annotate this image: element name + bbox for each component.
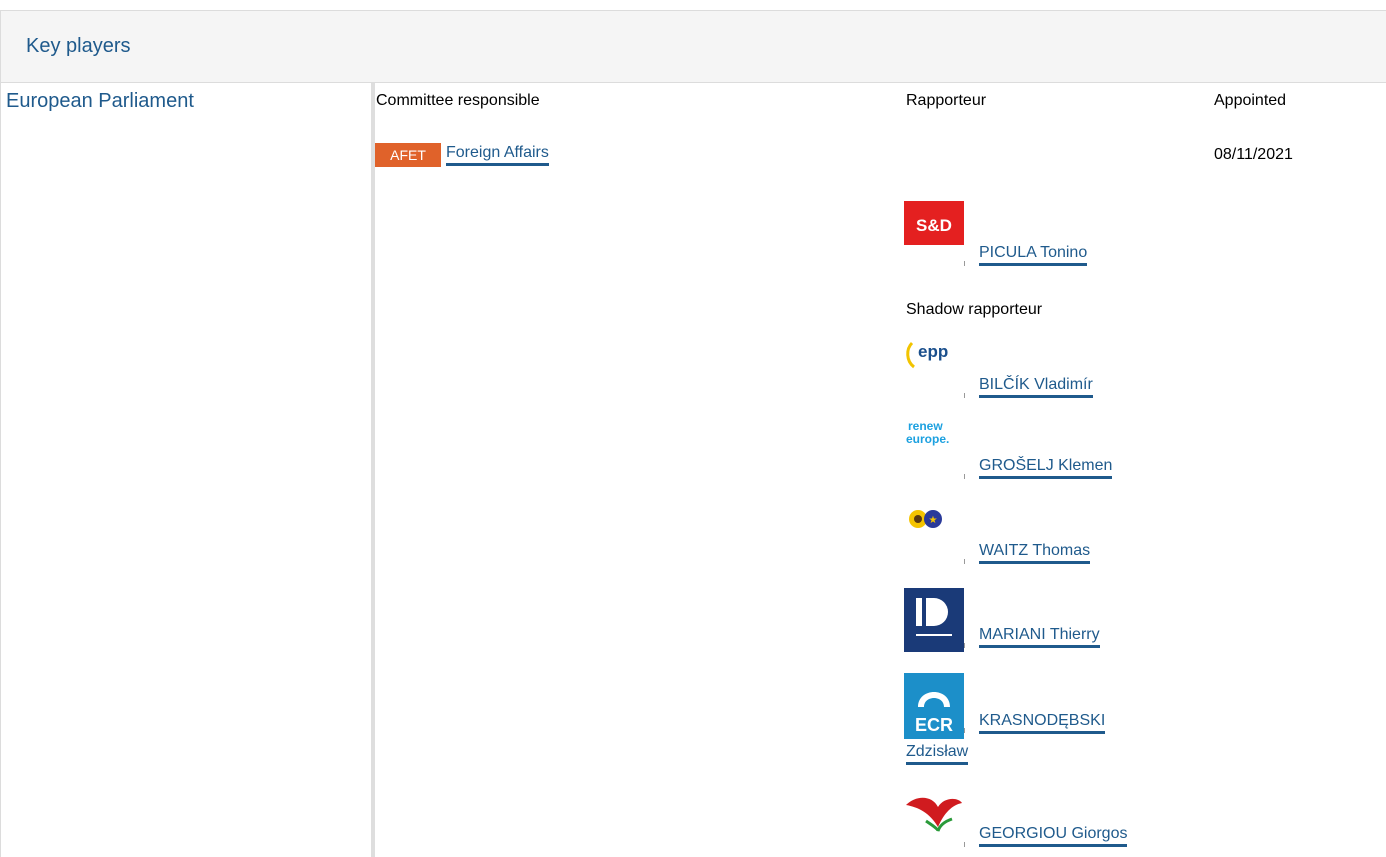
rapporteur-link[interactable]: PICULA Tonino [979,244,1088,266]
committee-link[interactable]: Foreign Affairs [446,144,549,166]
shadow-link-krasnodebski-2[interactable]: Zdzisław [906,743,969,765]
institution-link[interactable]: European Parliament [6,90,194,113]
id-group-logo [904,588,964,652]
shadow-link-waitz[interactable]: WAITZ Thomas [979,542,1091,564]
section-header: Key players [1,11,1386,83]
epp-logo: epp [904,335,964,379]
greens-efa-logo: ★ [904,501,964,545]
rapporteur-column-header: Rapporteur [906,92,987,109]
tick-mark [964,643,965,648]
shadow-link-krasnodebski-1[interactable]: KRASNODĘBSKI [979,712,1106,734]
tick-mark [964,474,965,479]
svg-text:★: ★ [929,515,938,526]
left-group-logo [904,791,964,835]
tick-mark [964,728,965,733]
svg-text:epp: epp [918,342,948,361]
shadow-link-georgiou[interactable]: GEORGIOU Giorgos [979,825,1128,847]
svg-text:europe.: europe. [906,432,949,446]
tick-mark [964,393,965,398]
svg-text:ECR: ECR [915,715,953,735]
section-title: Key players [26,35,131,57]
committee-badge: AFET [375,143,441,167]
appointed-column-header: Appointed [1214,92,1287,109]
tick-mark [964,842,965,847]
ecr-logo: ECR [904,673,964,739]
shadow-link-groselj[interactable]: GROŠELJ Klemen [979,457,1113,479]
sd-logo: S&D [904,201,964,245]
tick-mark [964,559,965,564]
key-players-body: European Parliament Committee responsibl… [1,83,1386,857]
svg-text:S&D: S&D [916,216,952,235]
svg-text:renew: renew [908,419,943,433]
tick-mark [964,261,965,266]
appointed-date: 08/11/2021 [1214,146,1293,163]
shadow-rapporteur-label: Shadow rapporteur [906,301,1043,318]
column-divider [371,83,375,857]
shadow-link-bilcik[interactable]: BILČÍK Vladimír [979,376,1093,398]
key-players-panel: Key players European Parliament Committe… [0,10,1386,857]
shadow-link-mariani[interactable]: MARIANI Thierry [979,626,1100,648]
committee-column-header: Committee responsible [376,92,540,109]
renew-europe-logo: renew europe. [904,416,964,460]
